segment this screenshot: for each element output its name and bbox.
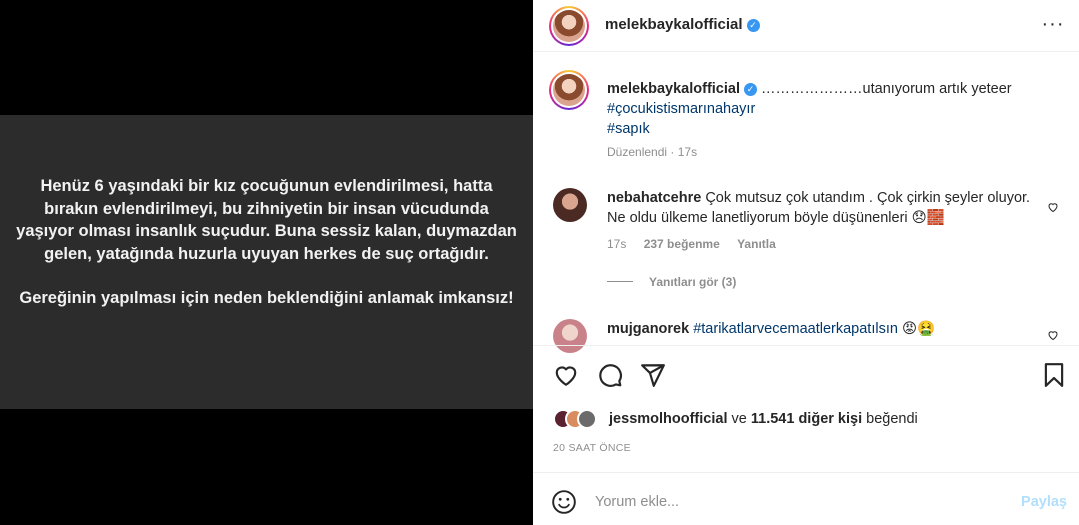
view-replies-label[interactable]: Yanıtları gör (3) [649, 275, 736, 289]
comment-meta: 17s 237 beğenme Yanıtla [607, 237, 790, 251]
comment-body: mujganorek #tarikatlarvecemaatlerkapatıl… [607, 319, 1037, 339]
likes-suffix: beğendi [866, 411, 918, 427]
bookmark-icon[interactable] [1041, 362, 1067, 388]
replies-divider [607, 281, 633, 282]
comment-input[interactable] [595, 487, 995, 517]
post-timestamp[interactable]: 20 SAAT ÖNCE [553, 442, 631, 454]
comment-icon[interactable] [597, 362, 623, 388]
caption-meta: Düzenlendi · 17s [607, 145, 698, 159]
view-replies-button[interactable]: Yanıtları gör (3) [607, 275, 736, 289]
heart-icon[interactable] [553, 362, 579, 388]
media-paragraph-2: Gereğinin yapılması için neden beklendiğ… [19, 289, 514, 307]
post-comment-button[interactable]: Paylaş [1021, 494, 1067, 510]
post-header: melekbaykalofficial ✓ ··· [533, 0, 1079, 52]
caption-time[interactable]: 17s [678, 145, 697, 159]
share-icon[interactable] [640, 362, 666, 388]
comment-emojis: 😡🤮 [901, 321, 936, 337]
verified-badge-icon: ✓ [746, 19, 760, 32]
emoji-icon[interactable] [551, 489, 577, 515]
liker-avatar[interactable] [577, 409, 597, 429]
caption-body: melekbaykalofficial ✓ …………………utanıyorum a… [607, 79, 1047, 139]
media-text: Henüz 6 yaşındaki bir kız çocuğunun evle… [0, 175, 533, 310]
edited-label: Düzenlendi [607, 145, 668, 159]
comment-body: nebahatcehre Çok mutsuz çok utandım . Ço… [607, 188, 1037, 228]
likes-text: jessmolhoofficial ve 11.541 diğer kişi b… [609, 411, 918, 427]
likes-count[interactable]: 11.541 diğer kişi [751, 411, 862, 427]
caption-username[interactable]: melekbaykalofficial [607, 81, 740, 97]
media-paragraph-1: Henüz 6 yaşındaki bir kız çocuğunun evle… [16, 177, 517, 263]
post-sidebar: melekbaykalofficial ✓ ··· melekbaykaloffi… [533, 0, 1079, 525]
commenter-username[interactable]: nebahatcehre [607, 190, 701, 206]
hashtag-link[interactable]: #sapık [607, 119, 1047, 139]
post-media: Henüz 6 yaşındaki bir kız çocuğunun evle… [0, 0, 533, 525]
reply-button[interactable]: Yanıtla [737, 237, 776, 251]
likes-summary: jessmolhoofficial ve 11.541 diğer kişi b… [553, 409, 918, 431]
author-username[interactable]: melekbaykalofficial ✓ [605, 16, 760, 33]
commenter-username[interactable]: mujganorek [607, 321, 689, 337]
author-username-text[interactable]: melekbaykalofficial [605, 16, 743, 33]
comment-like-heart-icon[interactable] [1047, 329, 1059, 341]
comment-likes[interactable]: 237 beğenme [644, 237, 720, 251]
commenter-avatar[interactable] [553, 188, 587, 222]
more-options-button[interactable]: ··· [1041, 14, 1065, 38]
liker-username[interactable]: jessmolhoofficial [609, 411, 727, 427]
caption-text: …………………utanıyorum artık yeteer [761, 81, 1012, 97]
likes-connector: ve [731, 411, 747, 427]
comment-composer: Paylaş [533, 472, 1079, 525]
verified-badge-icon: ✓ [744, 83, 757, 96]
comment-time[interactable]: 17s [607, 237, 626, 251]
caption-avatar[interactable] [549, 70, 589, 110]
hashtag-link[interactable]: #çocukistismarınahayır [607, 99, 1047, 119]
comment-hashtag[interactable]: #tarikatlarvecemaatlerkapatılsın [693, 321, 898, 337]
author-avatar[interactable] [549, 6, 589, 46]
post-actions: jessmolhoofficial ve 11.541 diğer kişi b… [533, 345, 1079, 455]
comment-like-heart-icon[interactable] [1047, 201, 1059, 213]
